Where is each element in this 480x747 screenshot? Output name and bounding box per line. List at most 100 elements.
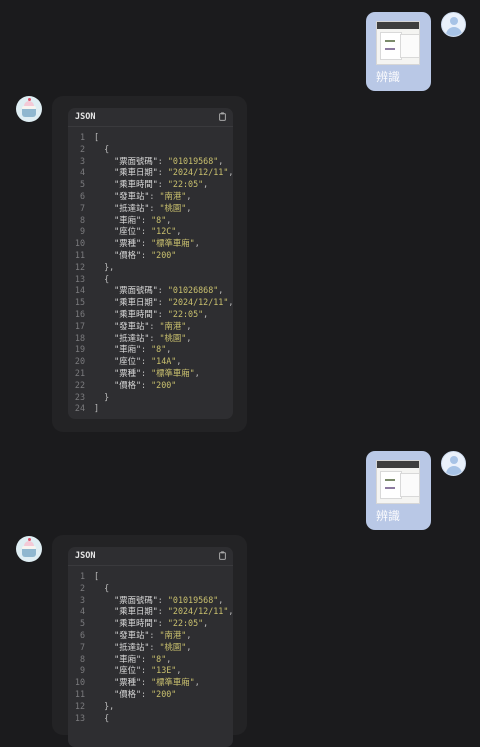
line-number: 7 <box>79 641 85 652</box>
user-message-text: 辨識 <box>376 509 401 523</box>
code-line-text: "票種": "標準車廂", <box>114 238 200 249</box>
code-line: 11 "價格": "200" <box>68 250 233 262</box>
line-number: 22 <box>74 379 85 390</box>
code-line-text: "票面號碼": "01019568", <box>114 594 224 605</box>
code-line-text: "抵達站": "桃園", <box>114 202 192 213</box>
user-message-text: 辨識 <box>376 70 401 84</box>
line-number: 21 <box>74 367 85 378</box>
code-line-text: { <box>94 712 110 723</box>
code-line: 16 "乘車時間": "22:05", <box>68 309 233 321</box>
code-line: 8 "車廂": "8", <box>68 654 233 666</box>
user-avatar-icon <box>441 451 466 476</box>
line-number: 11 <box>74 688 85 699</box>
copy-icon[interactable] <box>219 551 226 560</box>
code-line-text: "乘車日期": "2024/12/11", <box>114 167 233 178</box>
code-lines: 1[2 {3 "票面號碼": "01019568", 4 "乘車日期": "202… <box>68 127 233 419</box>
assistant-message-bubble: JSON 1[2 {3 "票面號碼": "01019568", 4 "乘車日期":… <box>52 96 247 432</box>
code-line-text: "乘車時間": "22:05", <box>114 618 209 629</box>
code-line: 3 "票面號碼": "01019568", <box>68 156 233 168</box>
user-avatar-icon <box>441 12 466 37</box>
line-number: 16 <box>74 308 85 319</box>
code-line: 7 "抵達站": "桃園", <box>68 203 233 215</box>
code-line-text: [ <box>94 132 100 142</box>
code-line-text: "車廂": "8", <box>114 653 172 664</box>
line-number: 11 <box>74 249 85 260</box>
code-line-text: "發車站": "南港", <box>114 320 192 331</box>
line-number: 1 <box>79 571 85 581</box>
ticket-image-thumbnail[interactable] <box>376 460 420 504</box>
user-message-bubble[interactable]: 辨識 <box>366 451 431 530</box>
code-line-text: "發車站": "南港", <box>114 190 192 201</box>
code-line: 3 "票面號碼": "01019568", <box>68 595 233 607</box>
user-message-bubble[interactable]: 辨識 <box>366 12 431 91</box>
line-number: 9 <box>79 226 85 237</box>
code-line: 13 { <box>68 274 233 286</box>
line-number: 7 <box>79 202 85 213</box>
code-line: 20 "座位": "14A", <box>68 356 233 368</box>
code-line-text: "價格": "200" <box>114 249 177 260</box>
code-line-text: "價格": "200" <box>114 379 177 390</box>
code-language-label: JSON <box>75 551 96 561</box>
code-block: JSON 1[2 {3 "票面號碼": "01019568", 4 "乘車日期":… <box>68 108 233 420</box>
code-line: 18 "抵達站": "桃園", <box>68 333 233 345</box>
ticket-image-thumbnail[interactable] <box>376 21 420 65</box>
code-line-text: }, <box>94 261 115 272</box>
code-line: 17 "發車站": "南港", <box>68 321 233 333</box>
code-line-text: "票種": "標準車廂", <box>114 367 200 378</box>
code-line-text: { <box>94 143 110 154</box>
code-line: 15 "乘車日期": "2024/12/11", <box>68 297 233 309</box>
code-line-text: "價格": "200" <box>114 688 177 699</box>
code-line-text: ] <box>94 403 100 414</box>
line-number: 12 <box>74 261 85 272</box>
code-line-text: "抵達站": "桃園", <box>114 641 192 652</box>
code-line: 9 "座位": "12C", <box>68 226 233 238</box>
cupcake-avatar-icon <box>16 96 42 122</box>
code-line-text: "座位": "12C", <box>114 226 182 237</box>
line-number: 14 <box>74 285 85 296</box>
line-number: 4 <box>79 606 85 617</box>
code-line: 6 "發車站": "南港", <box>68 191 233 203</box>
code-line: 24] <box>68 403 233 415</box>
line-number: 20 <box>74 356 85 367</box>
code-line: 11 "價格": "200" <box>68 689 233 701</box>
code-line-text: "座位": "13E", <box>114 665 182 676</box>
line-number: 13 <box>74 712 85 723</box>
code-line-text: "票面號碼": "01019568", <box>114 155 224 166</box>
code-line-text: "乘車日期": "2024/12/11", <box>114 297 233 308</box>
code-line-text: } <box>94 391 110 402</box>
line-number: 5 <box>79 179 85 190</box>
code-line: 2 { <box>68 144 233 156</box>
code-line: 2 { <box>68 583 233 595</box>
assistant-message-bubble: JSON 1[2 {3 "票面號碼": "01019568", 4 "乘車日期":… <box>52 535 247 747</box>
line-number: 4 <box>79 167 85 178</box>
line-number: 10 <box>74 238 85 249</box>
code-line: 4 "乘車日期": "2024/12/11", <box>68 167 233 179</box>
code-line-text: "票種": "標準車廂", <box>114 677 200 688</box>
line-number: 17 <box>74 320 85 331</box>
copy-icon[interactable] <box>219 112 226 121</box>
code-line-text: "發車站": "南港", <box>114 629 192 640</box>
line-number: 8 <box>79 653 85 664</box>
code-line-text: { <box>94 582 110 593</box>
code-line-text: }, <box>94 700 115 711</box>
code-line: 12 }, <box>68 262 233 274</box>
code-line: 22 "價格": "200" <box>68 380 233 392</box>
code-line-text: "車廂": "8", <box>114 344 172 355</box>
code-line: 1[ <box>68 571 233 583</box>
code-block: JSON 1[2 {3 "票面號碼": "01019568", 4 "乘車日期":… <box>68 547 233 747</box>
code-line: 5 "乘車時間": "22:05", <box>68 179 233 191</box>
code-line-text: "乘車時間": "22:05", <box>114 179 209 190</box>
code-line: 8 "車廂": "8", <box>68 215 233 227</box>
code-line: 4 "乘車日期": "2024/12/11", <box>68 606 233 618</box>
code-lines: 1[2 {3 "票面號碼": "01019568", 4 "乘車日期": "202… <box>68 566 233 728</box>
line-number: 6 <box>79 190 85 201</box>
cupcake-avatar-icon <box>16 536 42 562</box>
code-line-text: "乘車日期": "2024/12/11", <box>114 606 233 617</box>
line-number: 5 <box>79 618 85 629</box>
code-line: 9 "座位": "13E", <box>68 665 233 677</box>
line-number: 2 <box>79 143 85 154</box>
code-line-text: "票面號碼": "01026868", <box>114 285 224 296</box>
line-number: 3 <box>79 594 85 605</box>
line-number: 18 <box>74 332 85 343</box>
code-line-text: "抵達站": "桃園", <box>114 332 192 343</box>
